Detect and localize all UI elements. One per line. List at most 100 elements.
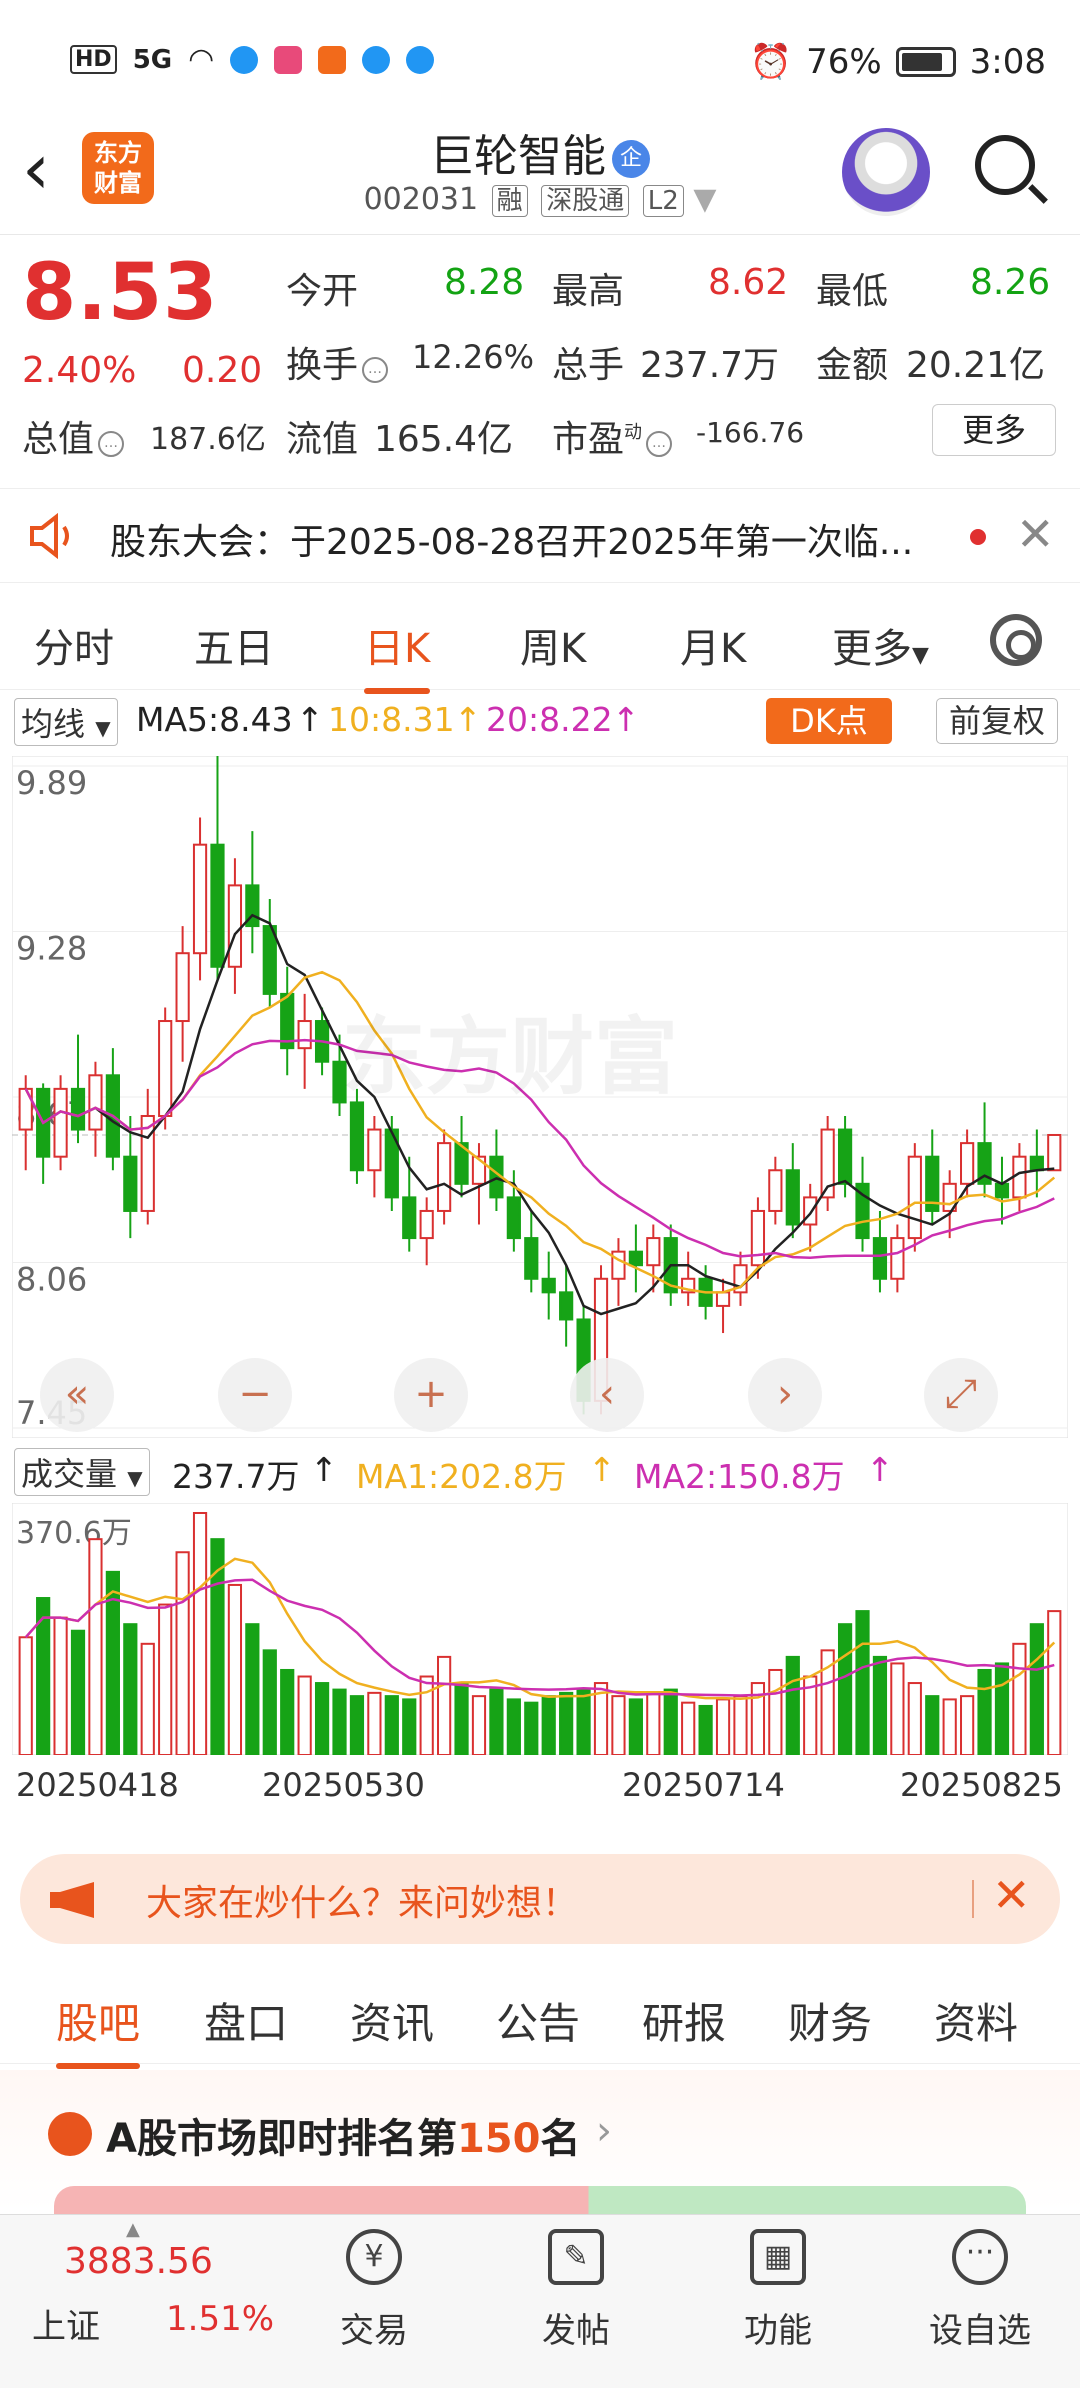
tab-announcements[interactable]: 公告: [496, 1990, 580, 2051]
volume-bar: [994, 1662, 1010, 1755]
dk-point-button[interactable]: DK点: [766, 698, 892, 744]
volume-bar: [53, 1616, 68, 1755]
info-icon[interactable]: …: [362, 357, 389, 383]
zoom-in-icon[interactable]: +: [394, 1358, 468, 1432]
gear-icon[interactable]: [990, 614, 1042, 666]
stock-code: 002031: [363, 182, 479, 217]
volume-bar: [506, 1698, 521, 1755]
battery-icon: [895, 47, 956, 77]
volume-bar: [70, 1629, 86, 1755]
tab-five-day[interactable]: 五日: [194, 616, 274, 674]
candle-body: [750, 1209, 766, 1267]
ma5-value: MA5:8.43: [136, 700, 293, 739]
tab-profile[interactable]: 资料: [934, 1990, 1018, 2051]
nav-functions[interactable]: ▦ 功能: [708, 2229, 848, 2352]
nav-label: 交易: [340, 2311, 408, 2351]
volume-bar: [715, 1698, 731, 1755]
volume-bar: [559, 1691, 574, 1755]
app-root: HD 5G ◠ ⏰ 76% 3:08 ‹ 东方 财富 巨轮智能企 002031 融…: [0, 0, 1080, 2388]
scroll-right-icon[interactable]: ›: [748, 1358, 822, 1432]
candle-body: [559, 1291, 574, 1321]
chart-period-tabs: 分时 五日 日K 周K 月K 更多▼: [0, 600, 1080, 694]
volume-bar: [837, 1623, 853, 1755]
volume-bar: [1012, 1642, 1027, 1755]
pe-value: -166.76: [696, 416, 805, 449]
candle-body: [1029, 1155, 1044, 1172]
volume-bar: [960, 1695, 975, 1755]
volume-bar: [245, 1623, 260, 1755]
vol-ma1-value: MA1:202.8万: [356, 1457, 567, 1496]
adjust-mode-button[interactable]: 前复权: [936, 698, 1058, 744]
volume-indicator-select[interactable]: 成交量 ▼: [14, 1448, 150, 1496]
nav-label: 功能: [744, 2311, 812, 2351]
tab-market-depth[interactable]: 盘口: [204, 1990, 288, 2051]
scroll-left-fast-icon[interactable]: «: [40, 1358, 114, 1432]
volume-value: 237.7万: [640, 345, 780, 386]
trade-icon: ¥: [346, 2229, 402, 2285]
close-icon[interactable]: ✕: [992, 1868, 1031, 1922]
chevron-down-icon[interactable]: ▼: [693, 182, 716, 217]
volume-label: 总手: [552, 345, 625, 386]
float-cap-label: 流值: [286, 419, 359, 460]
zoom-out-icon[interactable]: −: [218, 1358, 292, 1432]
info-icon[interactable]: …: [646, 431, 673, 457]
rank-chart-icon: [48, 2112, 92, 2156]
volume-bar: [890, 1662, 905, 1755]
ma-legend: 均线 ▼ MA5:8.43 ↑ 10:8.31 ↑ 20:8.22 ↑ DK点 …: [0, 698, 1080, 748]
fullscreen-icon[interactable]: ⤢: [924, 1358, 998, 1432]
volume-bar: [332, 1688, 347, 1755]
tab-daily-k[interactable]: 日K: [364, 616, 431, 694]
volume-bar: [489, 1688, 504, 1755]
candle-body: [872, 1237, 888, 1280]
content-tabs: 股吧 盘口 资讯 公告 研报 财务 资料: [0, 1964, 1080, 2069]
y-tick-label: 9.28: [16, 930, 87, 968]
more-button[interactable]: 更多: [932, 404, 1056, 456]
candle-body: [437, 1142, 452, 1212]
volume-bar: [907, 1682, 922, 1755]
ma10-value: 10:8.31: [328, 700, 455, 739]
index-name: 上证: [32, 2307, 100, 2347]
y-tick-label: 8.06: [16, 1261, 87, 1299]
candle-body: [803, 1196, 818, 1226]
ask-ai-banner[interactable]: 大家在炒什么？来问妙想！ ✕: [20, 1854, 1060, 1944]
scroll-left-icon[interactable]: ‹: [570, 1358, 644, 1432]
volume-bar: [1047, 1610, 1062, 1755]
tab-monthly-k[interactable]: 月K: [680, 616, 746, 674]
candle-body: [907, 1155, 922, 1240]
date-tick: 20250418: [16, 1766, 179, 1804]
nav-post[interactable]: ✎ 发帖: [506, 2229, 646, 2352]
candle-body: [192, 843, 208, 955]
date-tick: 20250530: [262, 1766, 425, 1804]
shenzhen-connect-badge: 深股通: [541, 185, 630, 217]
quote-panel: 8.53 2.40% 0.20 今开 8.28 最高 8.62 最低 8.26 …: [0, 240, 1080, 470]
announcement-bar[interactable]: 股东大会：于2025-08-28召开2025年第一次临... ✕: [0, 488, 1080, 583]
tab-intraday[interactable]: 分时: [34, 616, 114, 674]
volume-chart[interactable]: 370.6万: [12, 1503, 1068, 1755]
nav-trade[interactable]: ¥ 交易: [304, 2229, 444, 2352]
volume-bar: [192, 1512, 208, 1755]
tab-more[interactable]: 更多▼: [832, 616, 929, 674]
volume-bar: [646, 1691, 661, 1755]
speaker-icon: [30, 513, 69, 559]
info-icon[interactable]: …: [98, 431, 125, 457]
candlestick-chart[interactable]: 9.899.288.678.067.45东方财富: [12, 756, 1068, 1438]
volume-legend: 成交量 ▼ 237.7万 ↑ MA1:202.8万 ↑ MA2:150.8万 ↑: [0, 1448, 1080, 1498]
nav-add-watchlist[interactable]: ··· 设自选: [910, 2229, 1050, 2352]
tab-weekly-k[interactable]: 周K: [520, 616, 586, 674]
close-icon[interactable]: ✕: [1016, 507, 1055, 561]
turnover-label: 换手…: [286, 336, 392, 388]
candle-body: [140, 1114, 155, 1212]
tab-financials[interactable]: 财务: [788, 1990, 872, 2051]
candle-body: [506, 1196, 521, 1240]
indicator-select[interactable]: 均线 ▼: [14, 698, 118, 746]
tab-guba[interactable]: 股吧: [56, 1990, 141, 2069]
robot-assistant-icon[interactable]: [842, 128, 930, 216]
tab-news[interactable]: 资讯: [350, 1990, 434, 2051]
tab-research[interactable]: 研报: [642, 1990, 726, 2051]
search-icon[interactable]: [975, 135, 1035, 195]
candle-body: [349, 1101, 365, 1172]
volume-bar: [855, 1610, 870, 1755]
candle-body: [837, 1128, 853, 1185]
margin-badge: 融: [491, 185, 528, 217]
volume-bar: [576, 1688, 591, 1755]
